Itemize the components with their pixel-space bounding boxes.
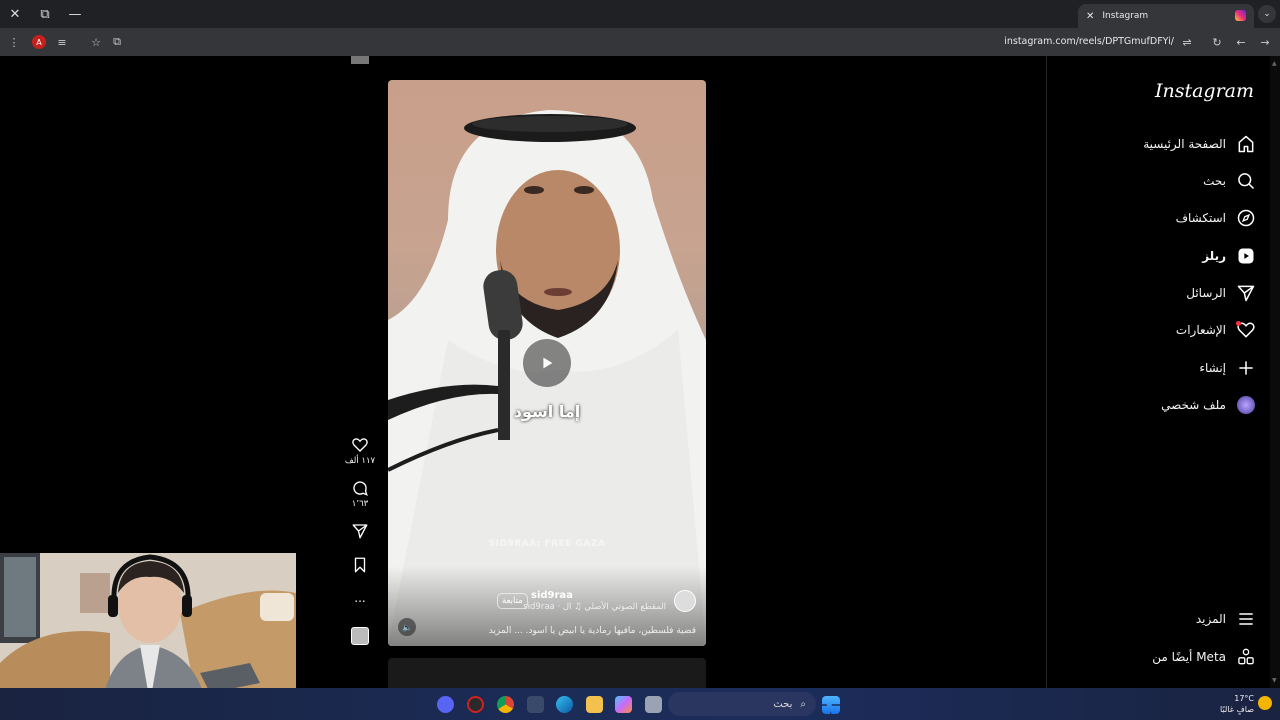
window-minimize-button[interactable]: — (64, 4, 86, 24)
meta-apps-icon (1238, 648, 1254, 665)
store-icon[interactable] (527, 696, 544, 713)
reel-audio-link[interactable]: sid9raa · المقطع الصوتي الأصلي ♫ ال (523, 602, 666, 612)
reel-subtitle: إما اسود (513, 402, 581, 421)
chrome-icon[interactable] (497, 696, 514, 713)
like-count: ١١٧ ألف (344, 456, 376, 466)
bookmark-star-icon[interactable]: ☆ (87, 33, 105, 51)
play-button[interactable] (523, 339, 571, 387)
nav-profile-label: ملف شخصي (1161, 398, 1226, 412)
nav-more-label: المزيد (1195, 612, 1226, 626)
previous-reel-thumbnail[interactable] (351, 56, 369, 64)
plus-icon (1239, 361, 1253, 375)
nav-meta-label: أيضًا من Meta (1152, 650, 1226, 664)
browser-toolbar: ⋮ A ≡ ☆ ⧉ instagram.com/reels/DPTGmufDFY… (0, 28, 1280, 56)
nav-explore-label: استكشاف (1175, 211, 1226, 225)
taskbar-search[interactable]: بحث ⌕ (668, 692, 816, 716)
discord-icon[interactable] (437, 696, 454, 713)
scroll-up-icon[interactable]: ▲ (1272, 60, 1277, 67)
hamburger-menu-icon (1239, 613, 1253, 625)
menu-dots-icon[interactable]: ⋮ (5, 33, 23, 51)
reel-author-avatar[interactable] (674, 590, 696, 612)
windows-taskbar: بحث ⌕ 17°C صافٍ غالبًا (0, 688, 1280, 720)
reload-icon[interactable]: ↻ (1208, 33, 1226, 51)
nav-home[interactable]: الصفحة الرئيسية (1143, 132, 1256, 156)
more-options-button[interactable]: ... (340, 591, 380, 605)
reel-username[interactable]: sid9raa (531, 590, 573, 601)
browser-tab-bar: ✕ ⧉ — + ✕ Instagram ⌄ (0, 0, 1280, 28)
nav-also-from-meta[interactable]: أيضًا من Meta (1152, 645, 1256, 669)
audio-thumbnail[interactable] (351, 627, 369, 645)
instagram-sidebar: Instagram الصفحة الرئيسية بحث استكشاف ري… (1046, 56, 1270, 688)
nav-reels-label: ريلز (1202, 249, 1226, 263)
weather-text: صافٍ غالبًا (1220, 705, 1254, 714)
weather-widget[interactable]: 17°C صافٍ غالبًا (1220, 693, 1254, 715)
home-icon (1238, 135, 1254, 153)
nav-notifications-label: الإشعارات (1175, 323, 1226, 337)
nav-messages[interactable]: الرسائل (1186, 281, 1256, 305)
file-explorer-icon[interactable] (586, 696, 603, 713)
like-button[interactable]: ١١٧ ألف (340, 436, 380, 466)
tab-search-button[interactable]: ⌄ (1258, 5, 1276, 23)
search-icon (1238, 173, 1255, 190)
copilot-icon[interactable] (615, 696, 632, 713)
weather-sun-icon (1258, 696, 1272, 710)
nav-create-label: إنشاء (1199, 361, 1226, 375)
nav-search[interactable]: بحث (1203, 169, 1256, 193)
bookmark-icon (354, 557, 366, 573)
nav-notifications[interactable]: الإشعارات (1176, 318, 1256, 342)
app-window-icon[interactable] (645, 696, 662, 713)
compass-icon (1237, 209, 1255, 227)
nav-explore[interactable]: استكشاف (1176, 206, 1256, 230)
reel-video[interactable]: إما اسود SID9RAA: FREE GAZA متابعة sid9r… (388, 80, 706, 646)
search-icon: ⌕ (800, 698, 806, 710)
nav-create[interactable]: إنشاء (1199, 356, 1256, 380)
windows-start-icon[interactable] (822, 696, 840, 714)
back-arrow-icon[interactable]: ← (1232, 33, 1250, 51)
instagram-favicon-icon (1235, 10, 1246, 21)
share-button[interactable] (340, 522, 380, 542)
send-icon (1237, 285, 1255, 302)
install-app-icon[interactable]: ⧉ (108, 33, 126, 51)
notification-dot (1236, 321, 1241, 326)
site-settings-icon[interactable]: ⇌ (1178, 33, 1196, 51)
reel-watermark: SID9RAA: FREE GAZA (488, 539, 606, 549)
reading-list-icon[interactable]: ≡ (53, 33, 71, 51)
nav-home-label: الصفحة الرئيسية (1143, 137, 1226, 151)
window-restore-button[interactable]: ⧉ (34, 4, 56, 24)
edge-icon[interactable] (556, 696, 573, 713)
reel-caption[interactable]: قضية فلسطين، مافيها رمادية يا ابيض يا اس… (406, 626, 696, 636)
heart-icon (352, 438, 368, 452)
comment-button[interactable]: ١٬٦٣ (340, 479, 380, 509)
nav-more[interactable]: المزيد (1196, 607, 1256, 631)
save-button[interactable] (340, 556, 380, 576)
notifications-icon-wrap (1236, 320, 1256, 340)
browser-tab[interactable]: ✕ Instagram (1078, 4, 1254, 28)
window-close-button[interactable]: ✕ (4, 4, 26, 24)
play-icon (543, 357, 553, 369)
tab-close-icon[interactable]: ✕ (1086, 11, 1094, 22)
temperature: 17°C (1234, 694, 1254, 703)
next-reel-preview[interactable] (388, 658, 706, 688)
comment-count: ١٬٦٣ (351, 499, 369, 509)
nav-search-label: بحث (1203, 174, 1226, 188)
comment-icon (353, 481, 368, 496)
forward-arrow-icon[interactable]: → (1256, 33, 1274, 51)
scroll-down-icon[interactable]: ▼ (1272, 677, 1277, 684)
profile-avatar (1236, 395, 1256, 415)
page-scrollbar[interactable]: ▲ ▼ (1270, 56, 1280, 688)
tab-title: Instagram (1102, 11, 1149, 21)
reels-icon (1238, 248, 1254, 264)
instagram-logo[interactable]: Instagram (1155, 80, 1254, 102)
profile-avatar[interactable]: A (32, 35, 46, 49)
profile-avatar-image (1237, 396, 1255, 414)
address-bar[interactable]: instagram.com/reels/DPTGmufDFYi/ (1004, 36, 1174, 47)
nav-messages-label: الرسائل (1186, 286, 1226, 300)
taskbar-search-placeholder: بحث (773, 698, 793, 710)
nav-reels[interactable]: ريلز (1202, 244, 1256, 268)
send-icon (352, 524, 368, 539)
nav-profile[interactable]: ملف شخصي (1161, 393, 1256, 417)
app-icon[interactable] (467, 696, 484, 713)
